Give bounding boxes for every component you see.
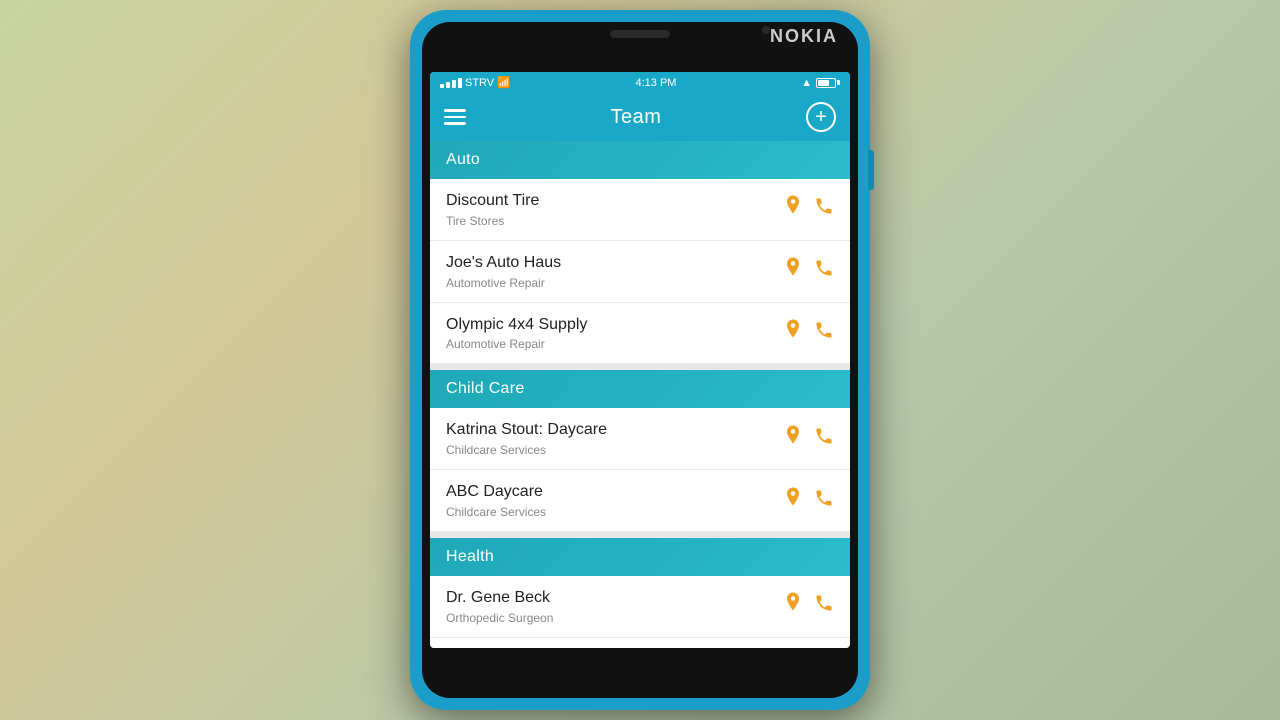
status-left: STRV 📶 [440,76,511,89]
list-item-joes-auto[interactable]: Joe's Auto Haus Automotive Repair [430,241,850,303]
item-actions-olympic-4x4 [784,319,834,347]
section-header-health: Health [430,538,850,576]
item-actions-abc-daycare [784,487,834,515]
item-text-olympic-4x4: Olympic 4x4 Supply Automotive Repair [446,315,784,352]
signal-dots [440,78,462,88]
location-icon-joes-auto[interactable] [784,257,802,285]
item-sub-katrina-stout: Childcare Services [446,443,784,457]
hamburger-menu[interactable] [444,109,466,125]
signal-dot-1 [440,84,444,88]
item-sub-olympic-4x4: Automotive Repair [446,337,784,351]
status-time: 4:13 PM [635,77,676,89]
item-name-joes-auto: Joe's Auto Haus [446,253,784,274]
phone-icon-abc-daycare[interactable] [814,488,834,514]
phone-screen-area: STRV 📶 4:13 PM ▲ [422,22,858,698]
battery-fill [818,80,829,86]
item-text-discount-tire: Discount Tire Tire Stores [446,191,784,228]
item-sub-joes-auto: Automotive Repair [446,276,784,290]
speaker-grill [610,30,670,38]
signal-dot-4 [458,78,462,88]
item-actions-dr-gene-beck [784,592,834,620]
item-name-discount-tire: Discount Tire [446,191,784,212]
item-sub-discount-tire: Tire Stores [446,214,784,228]
location-icon-katrina-stout[interactable] [784,425,802,453]
status-bar: STRV 📶 4:13 PM ▲ [430,72,850,93]
phone-icon-olympic-4x4[interactable] [814,320,834,346]
location-icon-dr-gene-beck[interactable] [784,592,802,620]
phone-icon-katrina-stout[interactable] [814,426,834,452]
carrier-label: STRV [465,77,494,89]
list-item-dr-gene-beck[interactable]: Dr. Gene Beck Orthopedic Surgeon [430,576,850,638]
item-sub-dr-gene-beck: Orthopedic Surgeon [446,611,784,625]
item-text-katrina-stout: Katrina Stout: Daycare Childcare Service… [446,420,784,457]
item-name-dr-gene-beck: Dr. Gene Beck [446,588,784,609]
phone-device: NOKIA STRV 📶 4:13 PM ▲ [410,10,870,710]
list-item-olympic-4x4[interactable]: Olympic 4x4 Supply Automotive Repair [430,303,850,365]
phone-icon-dr-gene-beck[interactable] [814,593,834,619]
list-item-abc-daycare[interactable]: ABC Daycare Childcare Services [430,470,850,532]
section-header-child-care: Child Care [430,370,850,408]
item-sub-abc-daycare: Childcare Services [446,505,784,519]
app-bar: Team + [430,93,850,141]
item-name-katrina-stout: Katrina Stout: Daycare [446,420,784,441]
location-icon-abc-daycare[interactable] [784,487,802,515]
battery-indicator [816,78,840,88]
item-actions-discount-tire [784,195,834,223]
item-actions-katrina-stout [784,425,834,453]
battery-tip [837,80,840,85]
camera-dot [762,26,770,34]
hamburger-line-3 [444,122,466,125]
signal-dot-3 [452,80,456,88]
signal-strength-icon: ▲ [801,77,812,89]
location-icon-olympic-4x4[interactable] [784,319,802,347]
item-name-abc-daycare: ABC Daycare [446,482,784,503]
screen: STRV 📶 4:13 PM ▲ [430,72,850,648]
hamburger-line-2 [444,116,466,119]
phone-icon-joes-auto[interactable] [814,258,834,284]
hamburger-line-1 [444,109,466,112]
battery-body [816,78,836,88]
add-button[interactable]: + [806,102,836,132]
item-text-joes-auto: Joe's Auto Haus Automotive Repair [446,253,784,290]
location-icon-discount-tire[interactable] [784,195,802,223]
list-item-discount-tire[interactable]: Discount Tire Tire Stores [430,179,850,241]
item-text-abc-daycare: ABC Daycare Childcare Services [446,482,784,519]
wifi-icon: 📶 [497,76,511,89]
side-button[interactable] [868,150,874,190]
phone-icon-discount-tire[interactable] [814,196,834,222]
list-content: Auto Discount Tire Tire Stores [430,141,850,648]
app-title: Team [611,106,662,129]
item-actions-joes-auto [784,257,834,285]
section-header-auto: Auto [430,141,850,179]
signal-dot-2 [446,82,450,88]
item-name-olympic-4x4: Olympic 4x4 Supply [446,315,784,336]
item-text-dr-gene-beck: Dr. Gene Beck Orthopedic Surgeon [446,588,784,625]
status-right: ▲ [801,77,840,89]
nokia-brand-label: NOKIA [770,26,838,47]
list-item-katrina-stout[interactable]: Katrina Stout: Daycare Childcare Service… [430,408,850,470]
